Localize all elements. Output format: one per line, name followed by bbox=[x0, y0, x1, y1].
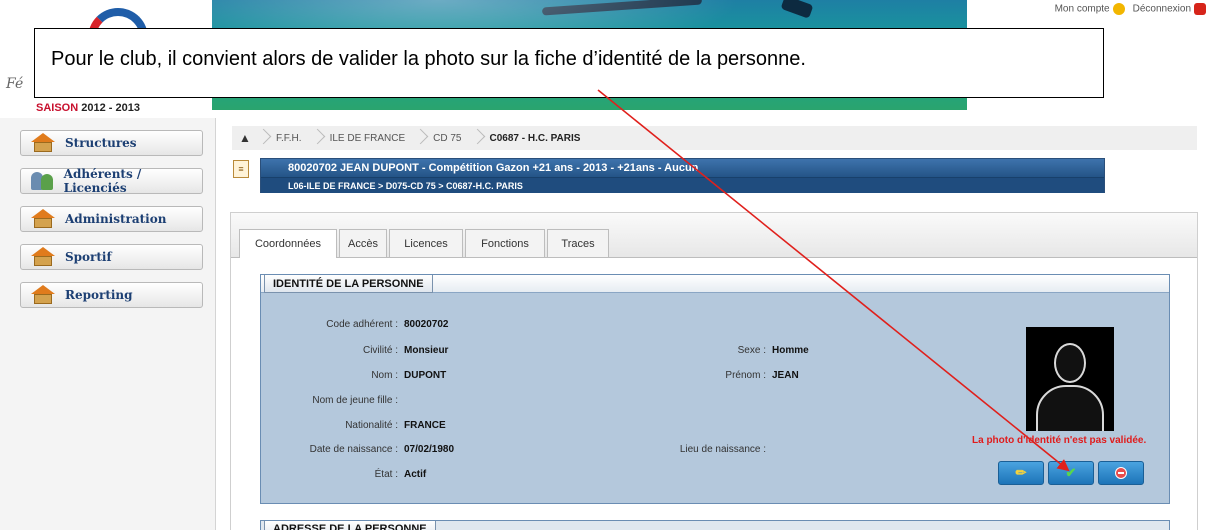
my-account-link[interactable]: Mon compte bbox=[1055, 3, 1125, 15]
sexe-value: Homme bbox=[772, 345, 809, 356]
sidebar-item-sportif[interactable]: Sportif bbox=[20, 244, 203, 270]
document-icon[interactable]: ≡ bbox=[233, 160, 249, 178]
home-icon[interactable]: ▲ bbox=[232, 131, 258, 145]
nom-value: DUPONT bbox=[404, 370, 447, 381]
account-icon bbox=[1112, 3, 1125, 15]
prenom-value: JEAN bbox=[772, 370, 799, 381]
etat-value: Actif bbox=[404, 469, 427, 480]
house-icon bbox=[29, 285, 59, 305]
tab-licences[interactable]: Licences bbox=[389, 229, 463, 257]
sidebar-item-label: Adhérents / Licenciés bbox=[63, 167, 142, 195]
sidebar: Structures Adhérents / Licenciés Adminis… bbox=[0, 118, 216, 530]
person-header: 80020702 JEAN DUPONT - Compétition Gazon… bbox=[260, 158, 1105, 193]
person-hierarchy: L06-ILE DE FRANCE > D075-CD 75 > C0687-H… bbox=[261, 177, 1104, 193]
sidebar-item-label: Reporting bbox=[65, 288, 133, 302]
identity-photo-placeholder bbox=[1026, 327, 1114, 431]
breadcrumb-item-cd75[interactable]: CD 75 bbox=[423, 133, 471, 144]
nom-label: Nom : bbox=[371, 370, 398, 381]
minus-circle-icon bbox=[1115, 467, 1127, 479]
sidebar-item-adherents[interactable]: Adhérents / Licenciés bbox=[20, 167, 203, 195]
date-naissance-label: Date de naissance : bbox=[309, 444, 398, 455]
validate-photo-button[interactable]: ✔ bbox=[1048, 461, 1094, 485]
power-icon bbox=[1194, 3, 1206, 15]
season-word: SAISON bbox=[36, 102, 79, 114]
sidebar-item-label: Sportif bbox=[65, 250, 112, 264]
tab-coordonnees[interactable]: Coordonnées bbox=[239, 229, 337, 258]
check-icon: ✔ bbox=[1065, 465, 1077, 480]
etat-label: État : bbox=[374, 469, 398, 480]
nationalite-label: Nationalité : bbox=[345, 420, 398, 431]
pencil-icon: ✏ bbox=[1015, 465, 1027, 480]
house-icon bbox=[29, 133, 59, 153]
tab-fonctions[interactable]: Fonctions bbox=[465, 229, 545, 257]
house-icon bbox=[29, 209, 59, 229]
nationalite-value: FRANCE bbox=[404, 420, 446, 431]
breadcrumb: ▲ F.F.H. ILE DE FRANCE CD 75 C0687 - H.C… bbox=[232, 126, 1197, 150]
people-icon bbox=[29, 171, 58, 191]
breadcrumb-item-ile-de-france[interactable]: ILE DE FRANCE bbox=[320, 133, 416, 144]
sidebar-item-label: Structures bbox=[65, 136, 137, 150]
sidebar-item-structures[interactable]: Structures bbox=[20, 130, 203, 156]
sidebar-item-administration[interactable]: Administration bbox=[20, 206, 203, 232]
edit-photo-button[interactable]: ✏ bbox=[998, 461, 1044, 485]
civilite-label: Civilité : bbox=[362, 345, 398, 356]
sidebar-item-reporting[interactable]: Reporting bbox=[20, 282, 203, 308]
tabs-bar: Coordonnées Accès Licences Fonctions Tra… bbox=[231, 213, 1197, 258]
nom-jeune-fille-label: Nom de jeune fille : bbox=[312, 395, 398, 406]
person-summary: 80020702 JEAN DUPONT - Compétition Gazon… bbox=[261, 159, 1104, 177]
sidebar-item-label: Administration bbox=[65, 212, 167, 226]
photo-warning: La photo d'identité n'est pas validée. bbox=[972, 435, 1147, 446]
code-label: Code adhérent : bbox=[326, 319, 398, 330]
identity-section-title: IDENTITÉ DE LA PERSONNE bbox=[264, 275, 433, 293]
annotation-text: Pour le club, il convient alors de valid… bbox=[51, 48, 806, 70]
tab-acces[interactable]: Accès bbox=[339, 229, 387, 257]
account-links: Mon compte Déconnexion bbox=[1055, 3, 1206, 15]
prenom-label: Prénom : bbox=[725, 370, 766, 381]
logout-link[interactable]: Déconnexion bbox=[1133, 3, 1206, 15]
address-section-title: ADRESSE DE LA PERSONNE bbox=[264, 521, 436, 530]
date-naissance-value: 07/02/1980 bbox=[404, 444, 455, 455]
tab-traces[interactable]: Traces bbox=[547, 229, 609, 257]
annotation-callout: Pour le club, il convient alors de valid… bbox=[34, 28, 1104, 98]
brand-script-text: Fé bbox=[6, 76, 24, 92]
season-years: 2012 - 2013 bbox=[81, 102, 140, 114]
season-label: SAISON 2012 - 2013 bbox=[36, 102, 140, 114]
sexe-label: Sexe : bbox=[737, 345, 766, 356]
civilite-value: Monsieur bbox=[404, 345, 449, 356]
code-value: 80020702 bbox=[404, 319, 449, 330]
address-section: ADRESSE DE LA PERSONNE bbox=[260, 520, 1170, 530]
breadcrumb-item-current: C0687 - H.C. PARIS bbox=[489, 132, 581, 144]
house-icon bbox=[29, 247, 59, 267]
reject-photo-button[interactable] bbox=[1098, 461, 1144, 485]
breadcrumb-item-ffh[interactable]: F.F.H. bbox=[266, 133, 312, 144]
lieu-naissance-label: Lieu de naissance : bbox=[679, 444, 766, 455]
